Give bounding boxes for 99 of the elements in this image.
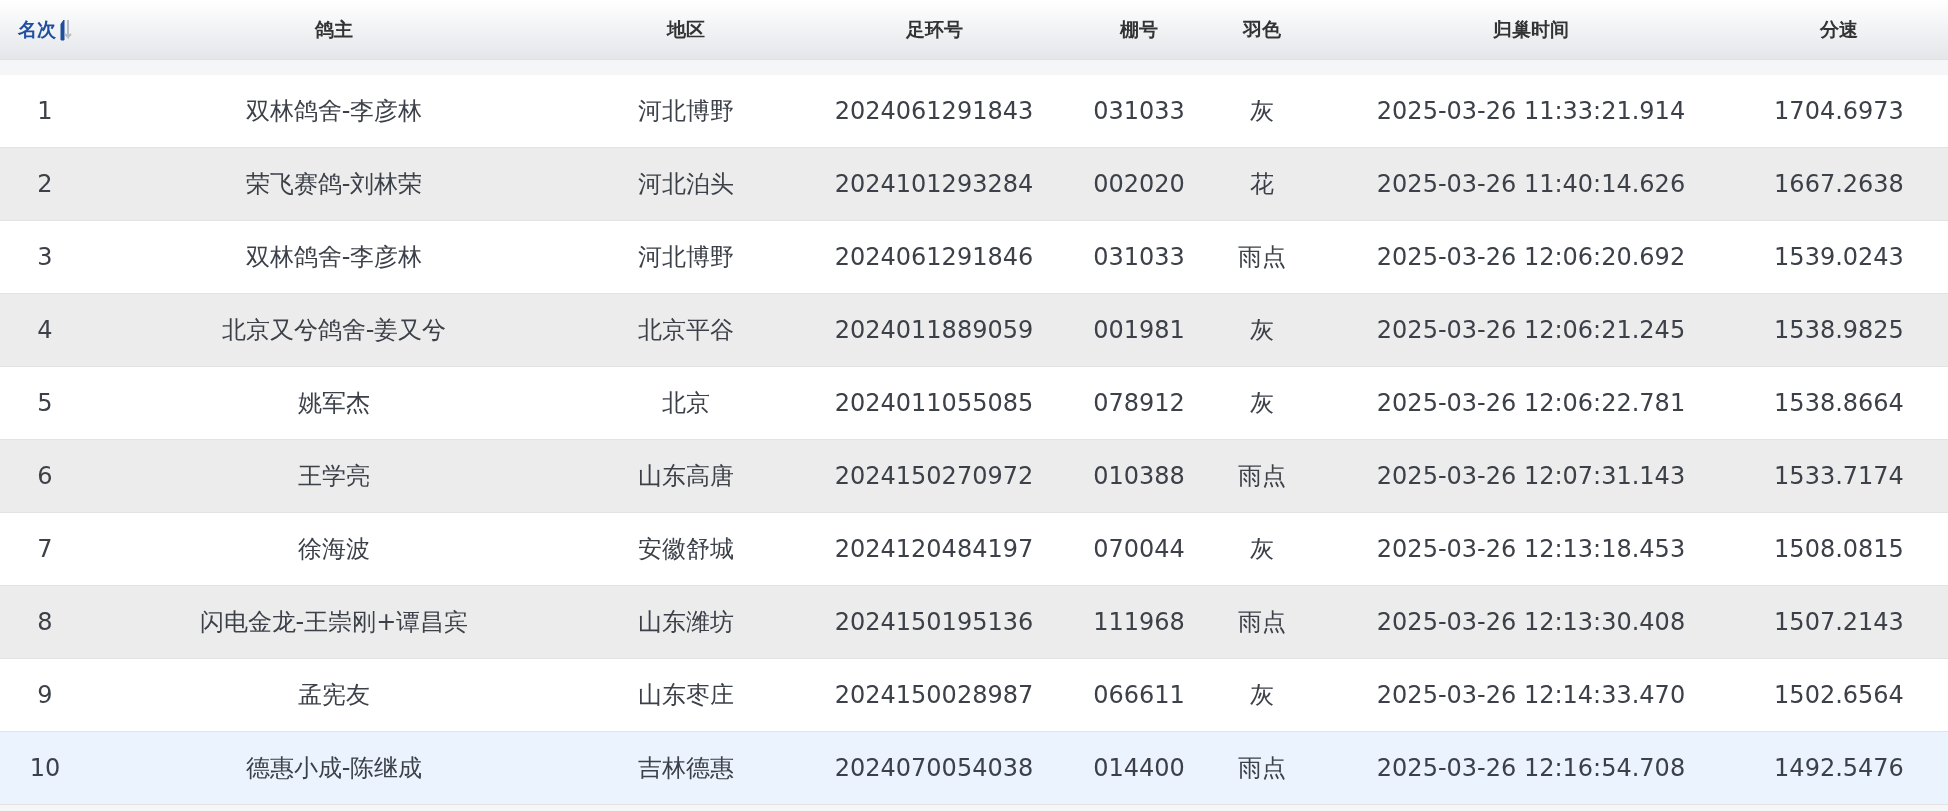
table-cell-text: 10 <box>28 754 62 782</box>
table-cell-text: 2025-03-26 12:14:33.470 <box>1375 681 1687 709</box>
table-cell-text: 2024011889059 <box>833 316 1035 344</box>
table-cell-text: 花 <box>1249 169 1275 200</box>
table-cell-text: 1502.6564 <box>1773 681 1905 709</box>
table-row[interactable]: 8 闪电金龙-王崇刚+谭昌宾 山东潍坊 2024150195136 111968 雨点 2025-03-26 12:13:30.408 1507.2143 <box>0 586 1948 659</box>
table-cell-text: 1539.0243 <box>1773 243 1905 271</box>
table-cell-text: 吉林德惠 <box>637 753 735 784</box>
column-header[interactable]: 羽色 <box>1204 0 1320 59</box>
table-cell-text: 山东潍坊 <box>637 607 735 638</box>
table-cell-text: 灰 <box>1249 680 1275 711</box>
table-cell-text: 河北泊头 <box>637 169 735 200</box>
table-cell-text: 2024150195136 <box>833 608 1035 636</box>
table-cell-text: 北京又兮鸽舍-姜又兮 <box>220 315 448 346</box>
table-cell-text: 1533.7174 <box>1773 462 1905 490</box>
column-header[interactable]: 归巢时间 <box>1320 0 1742 59</box>
table-cell-text: 2025-03-26 12:13:30.408 <box>1375 608 1687 636</box>
table-cell-text: 111968 <box>1092 608 1186 636</box>
table-cell-text: 河北博野 <box>637 242 735 273</box>
table-cell-text: 灰 <box>1249 315 1275 346</box>
table-cell-text: 2025-03-26 12:07:31.143 <box>1375 462 1687 490</box>
table-cell-text: 9 <box>36 681 54 709</box>
table-cell-text: 031033 <box>1092 243 1186 271</box>
table-cell-text: 2024061291843 <box>833 97 1035 125</box>
table-cell-text: 2024101293284 <box>833 170 1035 198</box>
table-cell-text: 1704.6973 <box>1773 97 1905 125</box>
table-cell-text: 010388 <box>1092 462 1186 490</box>
table-cell-text: 2024011055085 <box>833 389 1035 417</box>
table-row[interactable]: 5 姚军杰 北京 2024011055085 078912 灰 2025-03-26 12:06:22.781 1538.8664 <box>0 367 1948 440</box>
table-cell-text: 2025-03-26 12:16:54.708 <box>1375 754 1687 782</box>
table-row[interactable]: 1 双林鸽舍-李彦林 河北博野 2024061291843 031033 灰 2025-03-26 11:33:21.914 1704.6973 <box>0 75 1948 148</box>
table-cell-text: 1507.2143 <box>1773 608 1905 636</box>
table-cell-text: 灰 <box>1249 534 1275 565</box>
table-cell-text: 灰 <box>1249 96 1275 127</box>
table-cell-text: 姚军杰 <box>297 388 371 419</box>
table-cell-text: 7 <box>36 535 54 563</box>
table-cell-text: 安徽舒城 <box>637 534 735 565</box>
table-cell-text: 雨点 <box>1237 461 1287 492</box>
table-cell-text: 闪电金龙-王崇刚+谭昌宾 <box>198 607 470 638</box>
table-cell-text: 1667.2638 <box>1773 170 1905 198</box>
table-cell-text: 001981 <box>1092 316 1186 344</box>
table-cell-text: 1508.0815 <box>1773 535 1905 563</box>
table-cell-text: 1538.9825 <box>1773 316 1905 344</box>
table-cell-text: 2024120484197 <box>833 535 1035 563</box>
table-cell-text: 孟宪友 <box>297 680 371 711</box>
table-cell-text: 王学亮 <box>297 461 371 492</box>
table-cell-text: 5 <box>36 389 54 417</box>
table-cell-text: 1492.5476 <box>1773 754 1905 782</box>
column-header[interactable]: 鸽主 <box>90 0 578 59</box>
table-cell-text: 031033 <box>1092 97 1186 125</box>
table-cell-text: 雨点 <box>1237 607 1287 638</box>
table-cell-text: 6 <box>36 462 54 490</box>
table-row[interactable]: 10 德惠小成-陈继成 吉林德惠 2024070054038 014400 雨点 2025-03-26 12:16:54.708 1492.5476 <box>0 732 1948 805</box>
table-cell-text: 2025-03-26 12:06:20.692 <box>1375 243 1687 271</box>
table-cell-text: 雨点 <box>1237 242 1287 273</box>
table-cell-text: 2025-03-26 12:06:21.245 <box>1375 316 1687 344</box>
table-cell-text: 山东高唐 <box>637 461 735 492</box>
column-header[interactable]: 棚号 <box>1074 0 1204 59</box>
table-cell-text: 070044 <box>1092 535 1186 563</box>
table-row[interactable]: 7 徐海波 安徽舒城 2024120484197 070044 灰 2025-03-26 12:13:18.453 1508.0815 <box>0 513 1948 586</box>
table-cell-text: 荣飞赛鸽-刘林荣 <box>244 169 424 200</box>
table-row[interactable]: 2 荣飞赛鸽-刘林荣 河北泊头 2024101293284 002020 花 2025-03-26 11:40:14.626 1667.2638 <box>0 148 1948 221</box>
table-cell-text: 徐海波 <box>297 534 371 565</box>
table-cell-text: 2025-03-26 12:13:18.453 <box>1375 535 1687 563</box>
table-cell-text: 2025-03-26 11:40:14.626 <box>1375 170 1687 198</box>
table-cell-text: 双林鸽舍-李彦林 <box>244 96 424 127</box>
table-row[interactable]: 3 双林鸽舍-李彦林 河北博野 2024061291846 031033 雨点 2025-03-26 12:06:20.692 1539.0243 <box>0 221 1948 294</box>
table-cell-text: 2024150270972 <box>833 462 1035 490</box>
table-row[interactable]: 4 北京又兮鸽舍-姜又兮 北京平谷 2024011889059 001981 灰 2025-03-26 12:06:21.245 1538.9825 <box>0 294 1948 367</box>
table-cell-text: 066611 <box>1092 681 1186 709</box>
table-cell-text: 河北博野 <box>637 96 735 127</box>
table-cell-text: 002020 <box>1092 170 1186 198</box>
table-cell-text: 2024150028987 <box>833 681 1035 709</box>
table-row[interactable]: 6 王学亮 山东高唐 2024150270972 010388 雨点 2025-03-26 12:07:31.143 1533.7174 <box>0 440 1948 513</box>
table-cell-text: 1538.8664 <box>1773 389 1905 417</box>
table-cell-text: 灰 <box>1249 388 1275 419</box>
table-cell-text: 1 <box>36 97 54 125</box>
table-cell-text: 3 <box>36 243 54 271</box>
table-cell-text: 8 <box>36 608 54 636</box>
table-cell-text: 德惠小成-陈继成 <box>244 753 424 784</box>
table-cell-text: 北京 <box>661 388 711 419</box>
column-header[interactable]: 分速 <box>1742 0 1936 59</box>
table-cell-text: 2025-03-26 11:33:21.914 <box>1375 97 1687 125</box>
table-cell-text: 双林鸽舍-李彦林 <box>244 242 424 273</box>
column-header[interactable]: 地区 <box>578 0 794 59</box>
table-cell-text: 2024061291846 <box>833 243 1035 271</box>
table-row[interactable]: 9 孟宪友 山东枣庄 2024150028987 066611 灰 2025-03-26 12:14:33.470 1502.6564 <box>0 659 1948 732</box>
table-cell-text: 2024070054038 <box>833 754 1035 782</box>
table-cell-text: 014400 <box>1092 754 1186 782</box>
table-cell-text: 078912 <box>1092 389 1186 417</box>
table-cell-text: 2 <box>36 170 54 198</box>
table-cell-text: 山东枣庄 <box>637 680 735 711</box>
table-cell-text: 4 <box>36 316 54 344</box>
column-header[interactable]: 名次 <box>0 0 90 59</box>
table-cell-text: 雨点 <box>1237 753 1287 784</box>
table-cell-text: 2025-03-26 12:06:22.781 <box>1375 389 1687 417</box>
column-header[interactable]: 足环号 <box>794 0 1074 59</box>
sort-icon[interactable] <box>58 18 73 41</box>
table-cell-text: 北京平谷 <box>637 315 735 346</box>
